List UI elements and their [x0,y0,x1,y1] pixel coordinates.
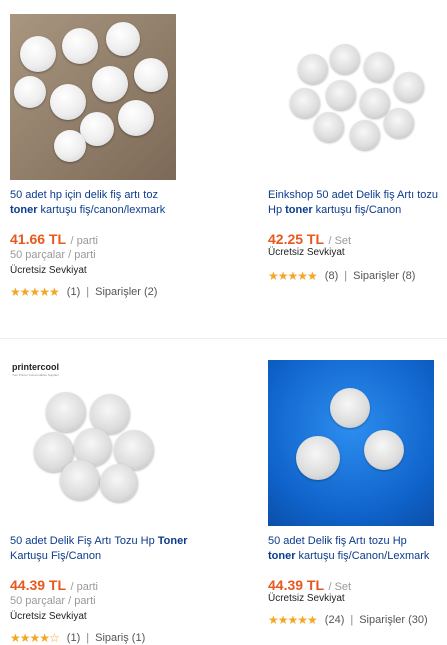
plug-shape [290,88,320,118]
rating-row: ★★★★★ (8) | Siparişler (8) [268,269,447,283]
plug-shape [134,58,168,92]
price: 41.66 TL [10,231,67,247]
product-image[interactable] [268,360,434,526]
plug-shape [54,130,86,162]
star-rating-icon: ★★★★★ [268,613,318,627]
plug-shape [326,80,356,110]
title-keyword: toner [268,550,296,562]
plug-shape [50,84,86,120]
plug-shape [384,108,414,138]
star-rating-icon: ★★★★★ [10,285,60,299]
plug-shape [360,88,390,118]
rating-row: ★★★★★ (24) | Siparişler (30) [268,613,447,627]
price-row: 42.25 TL / Set [268,231,447,247]
brand-logo: printercool [12,362,60,372]
price-unit: / Set [328,235,352,247]
separator: | [86,632,90,644]
price-unit: / parti [70,235,98,247]
plug-shape [60,460,100,500]
price-unit: / Set [328,581,352,593]
star-rating-icon: ★★★★★ [268,269,318,283]
title-text: Kartuşu Fiş/Canon [10,550,102,562]
order-count: Sipariş (1) [95,632,146,644]
plug-shape [46,392,86,432]
product-title[interactable]: 50 adet hp için delik fiş artı toz toner … [10,188,188,218]
product-image[interactable]: printercool Your Printer Consumables Sup… [10,360,176,526]
separator: | [86,286,90,298]
price-unit: / parti [70,581,98,593]
separator: | [350,614,354,626]
shipping-label: Ücretsiz Sevkiyat [268,247,345,258]
product-card[interactable]: 50 adet Delik fiş Artı tozu Hp toner kar… [268,360,447,627]
review-count[interactable]: (1) [67,286,80,298]
plug-shape [14,76,46,108]
price: 44.39 TL [268,577,325,593]
plug-shape [330,388,370,428]
product-image[interactable] [10,14,176,180]
product-title[interactable]: Einkshop 50 adet Delik fiş Artı tozu Hp … [268,188,446,218]
order-count: Siparişler (8) [353,270,416,282]
lot-info: 50 parçalar / parti [10,595,96,607]
price: 44.39 TL [10,577,67,593]
title-text: 50 adet Delik fiş Artı tozu Hp [268,535,407,547]
order-count: Siparişler (2) [95,286,158,298]
plug-shape [364,52,394,82]
plug-shape [100,464,138,502]
review-count[interactable]: (1) [67,632,80,644]
price-row: 44.39 TL / Set [268,577,447,593]
rating-row: ★★★★☆ (1) | Sipariş (1) [10,631,215,645]
review-count[interactable]: (8) [325,270,338,282]
shipping-label: Ücretsiz Sevkiyat [10,265,87,276]
title-keyword: Toner [157,535,188,547]
product-image[interactable] [268,14,434,180]
shipping-label: Ücretsiz Sevkiyat [268,593,345,604]
title-text: kartuşu fiş/Canon [312,204,402,216]
plug-shape [20,36,56,72]
product-card[interactable]: Einkshop 50 adet Delik fiş Artı tozu Hp … [268,14,447,283]
plug-shape [92,66,128,102]
review-count[interactable]: (24) [325,614,345,626]
price-row: 44.39 TL / parti [10,577,215,593]
brand-tagline: Your Printer Consumables Supplier [12,373,59,377]
title-keyword: toner [285,204,313,216]
rating-row: ★★★★★ (1) | Siparişler (2) [10,285,215,299]
separator: | [344,270,348,282]
title-text: 50 adet Delik Fiş Artı Tozu Hp [10,535,158,547]
plug-shape [118,100,154,136]
plug-shape [106,22,140,56]
product-card[interactable]: printercool Your Printer Consumables Sup… [10,360,215,645]
star-rating-icon: ★★★★☆ [10,631,60,645]
product-title[interactable]: 50 adet Delik fiş Artı tozu Hp toner kar… [268,534,446,564]
plug-shape [394,72,424,102]
plug-shape [364,430,404,470]
plug-shape [62,28,98,64]
product-title[interactable]: 50 adet Delik Fiş Artı Tozu Hp Toner Kar… [10,534,188,564]
price-row: 41.66 TL / parti [10,231,215,247]
order-count: Siparişler (30) [359,614,428,626]
price: 42.25 TL [268,231,325,247]
title-keyword: toner [10,204,38,216]
shipping-label: Ücretsiz Sevkiyat [10,611,87,622]
plug-shape [350,120,380,150]
plug-shape [298,54,328,84]
lot-info: 50 parçalar / parti [10,249,96,261]
product-card[interactable]: 50 adet hp için delik fiş artı toz toner … [10,14,215,299]
plug-shape [330,44,360,74]
title-text: kartuşu fiş/Canon/Lexmark [295,550,430,562]
plug-shape [296,436,340,480]
title-text: 50 adet hp için delik fiş artı toz [10,189,158,201]
row-divider [0,338,447,339]
title-text: kartuşu fiş/canon/lexmark [37,204,166,216]
plug-shape [314,112,344,142]
